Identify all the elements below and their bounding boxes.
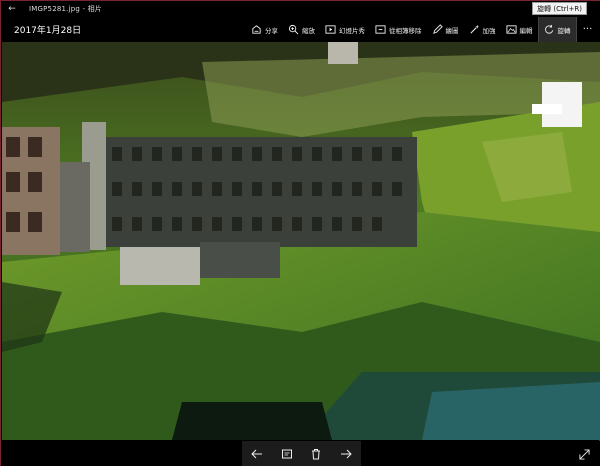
photo-navigation [242,441,361,466]
slideshow-label: 幻燈片秀 [339,26,365,35]
slideshow-icon [325,25,336,34]
back-button[interactable]: ← [1,1,23,17]
info-button[interactable] [276,443,298,465]
expand-icon [578,448,590,460]
share-icon [252,25,261,34]
info-icon [281,449,292,459]
edit-photo-icon [505,25,517,34]
arrow-right-icon [341,449,352,459]
share-button[interactable]: 分享 [246,17,283,42]
zoom-icon [288,24,299,35]
remove-from-album-label: 從相簿移除 [389,26,422,35]
previous-button[interactable] [246,443,268,465]
zoom-label: 縮放 [302,26,315,35]
fullscreen-button[interactable] [575,445,593,463]
delete-button[interactable] [305,443,327,465]
zoom-button[interactable]: 縮放 [283,17,320,42]
rotate-label: 旋轉 [557,26,571,35]
trash-icon [312,449,321,460]
rotate-tooltip: 旋轉 (Ctrl+R) [532,2,587,15]
arrow-left-icon [251,449,262,459]
next-button[interactable] [335,443,357,465]
remove-from-album-button[interactable]: 從相簿移除 [370,17,427,42]
toolbar: 2017年1月28日 分享 縮放 幻燈片秀 從相簿移除 繪圖 加強 編輯 旋轉 … [1,17,600,42]
photo-image [2,42,600,440]
toolbar-actions: 分享 縮放 幻燈片秀 從相簿移除 繪圖 加強 編輯 旋轉 ··· [246,17,599,42]
share-label: 分享 [265,26,278,35]
photo-date: 2017年1月28日 [14,26,82,36]
draw-label: 繪圖 [445,26,459,35]
pen-icon [432,24,443,34]
edit-button[interactable]: 編輯 [501,17,538,42]
title-bar: ← IMGP5281.jpg - 相片 [1,1,600,17]
slideshow-button[interactable]: 幻燈片秀 [320,17,370,42]
window-title: IMGP5281.jpg - 相片 [29,5,102,13]
rotate-icon [544,24,553,34]
draw-button[interactable]: 繪圖 [427,17,464,42]
rotate-button[interactable]: 旋轉 [537,17,577,42]
bottom-bar [1,441,600,466]
photos-window: ← IMGP5281.jpg - 相片 旋轉 (Ctrl+R) 2017年1月2… [0,0,600,466]
remove-from-album-icon [375,25,386,34]
more-options-button[interactable]: ··· [577,24,599,35]
enhance-button[interactable]: 加強 [464,17,501,42]
photo-canvas[interactable] [2,42,600,440]
edit-label: 編輯 [519,26,533,35]
enhance-label: 加強 [482,26,496,35]
magic-wand-icon [469,24,479,34]
